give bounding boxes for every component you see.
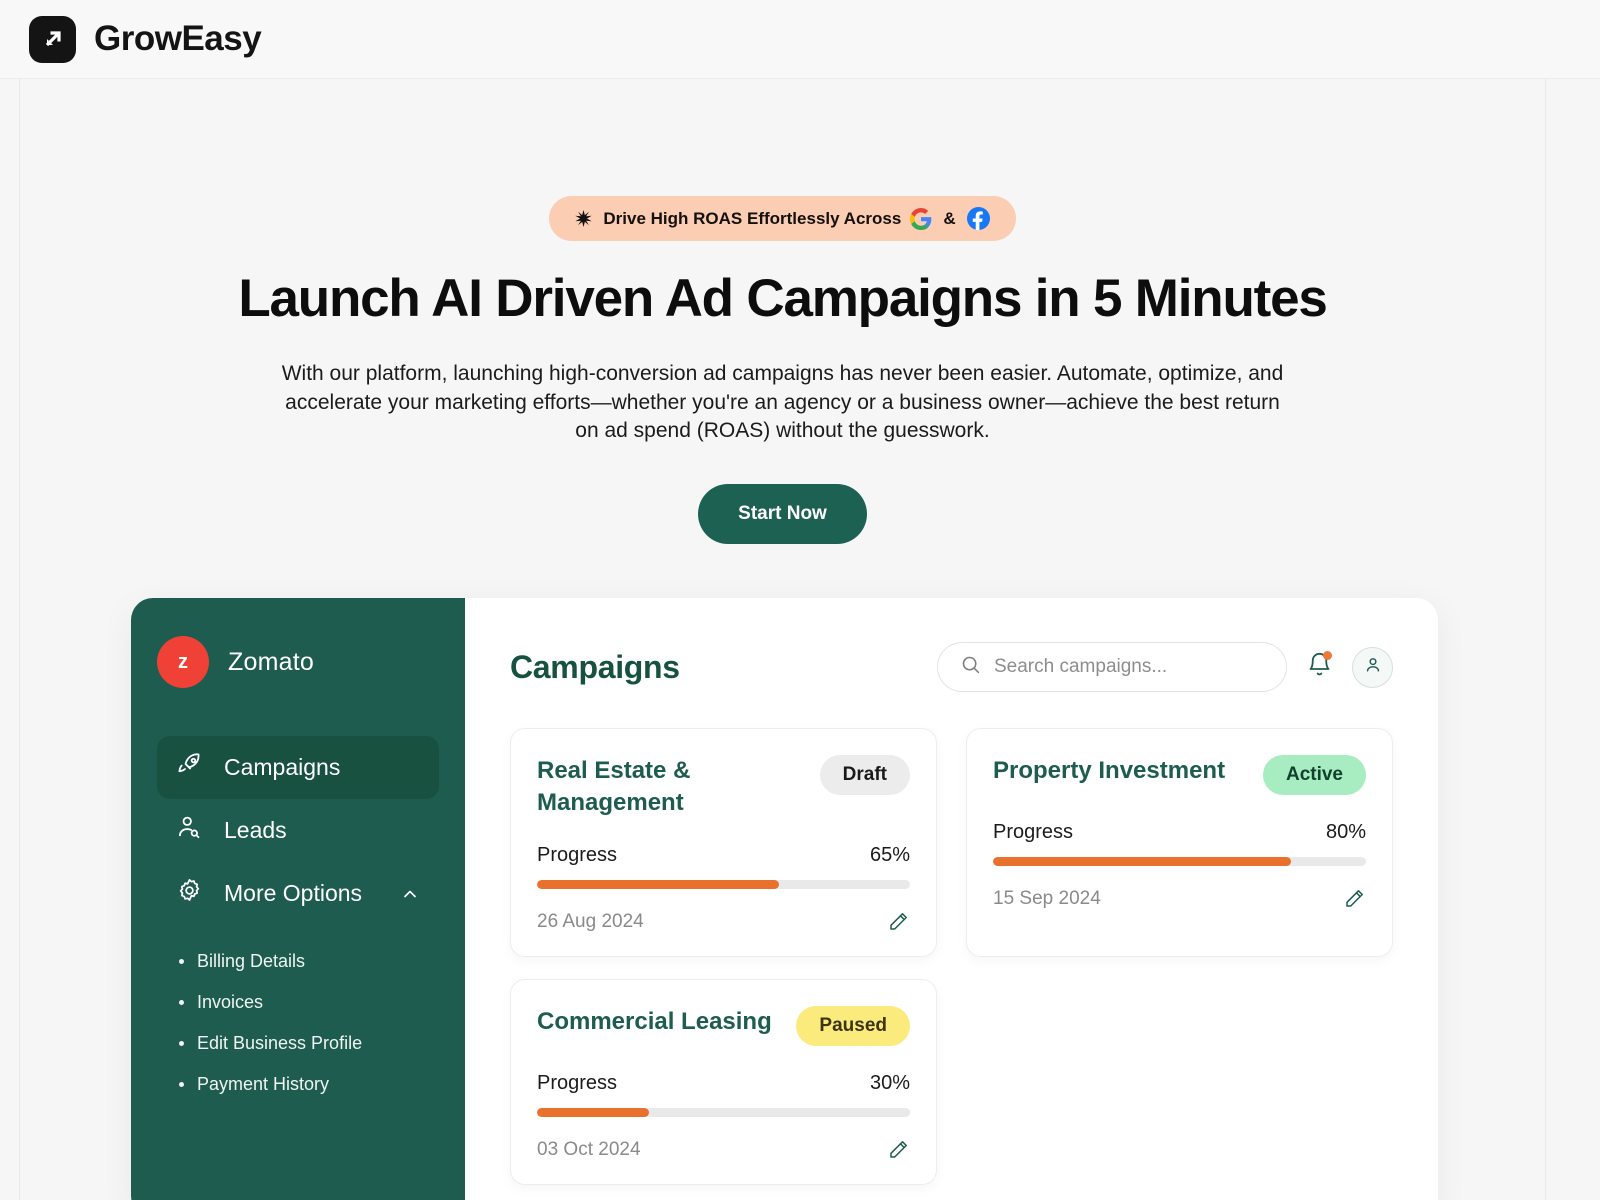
status-badge: Draft xyxy=(819,755,910,795)
sidebar-item-label: Leads xyxy=(224,817,287,843)
campaign-card-footer: 03 Oct 2024 xyxy=(537,1138,910,1162)
campaign-card-header: Property Investment Active xyxy=(993,755,1366,795)
campaign-date: 26 Aug 2024 xyxy=(537,911,644,933)
sidebar-item-leads[interactable]: Leads xyxy=(157,799,439,862)
dashboard-header-actions xyxy=(937,642,1393,692)
status-badge: Paused xyxy=(796,1006,910,1047)
campaign-date: 15 Sep 2024 xyxy=(993,888,1101,909)
start-now-button[interactable]: Start Now xyxy=(698,484,867,545)
facebook-logo-icon xyxy=(966,207,990,230)
hero-subtitle: With our platform, launching high-conver… xyxy=(281,362,1284,442)
bullet-icon xyxy=(179,1000,184,1005)
sidebar-item-payment-history[interactable]: Payment History xyxy=(179,1064,439,1105)
campaign-card-footer: 15 Sep 2024 xyxy=(993,887,1366,911)
status-badge: Active xyxy=(1262,755,1366,795)
edit-campaign-button[interactable] xyxy=(886,910,910,934)
search-icon xyxy=(960,654,981,680)
bullet-icon xyxy=(179,1041,184,1046)
sidebar-item-campaigns[interactable]: Campaigns xyxy=(157,736,439,799)
campaign-title: Commercial Leasing xyxy=(537,1008,772,1036)
org-name: Zomato xyxy=(228,647,314,676)
google-logo-icon xyxy=(910,207,932,230)
campaign-card-list: Real Estate & Management Draft Progress … xyxy=(510,728,1393,1186)
progress-row: Progress 80% xyxy=(993,821,1366,844)
arrow-up-right-logo-icon xyxy=(29,15,76,63)
sidebar-subitem-label: Payment History xyxy=(197,1074,330,1094)
more-options-submenu: Billing Details Invoices Edit Business P… xyxy=(179,941,439,1105)
org-switcher[interactable]: z Zomato xyxy=(157,636,439,688)
sidebar-subitem-label: Invoices xyxy=(197,992,264,1012)
page-title: Launch AI Driven Ad Campaigns in 5 Minut… xyxy=(238,269,1327,328)
dashboard-preview: z Zomato Campaigns Leads More Options Bi… xyxy=(131,598,1438,1200)
campaign-card[interactable]: Real Estate & Management Draft Progress … xyxy=(510,728,937,958)
sparkle-icon xyxy=(575,210,593,227)
notifications-button[interactable] xyxy=(1306,651,1333,683)
site-header: GrowEasy xyxy=(0,0,1600,79)
brand-name: GrowEasy xyxy=(94,19,262,58)
progress-value: 80% xyxy=(1325,821,1366,843)
edit-campaign-button[interactable] xyxy=(886,1138,910,1162)
campaign-card-footer: 26 Aug 2024 xyxy=(537,910,910,934)
account-button[interactable] xyxy=(1352,646,1393,688)
sidebar-subitem-label: Edit Business Profile xyxy=(197,1033,363,1053)
campaign-card[interactable]: Property Investment Active Progress 80% … xyxy=(966,728,1393,958)
campaign-card[interactable]: Commercial Leasing Paused Progress 30% 0… xyxy=(510,979,937,1186)
sidebar-subitem-label: Billing Details xyxy=(197,951,306,971)
search-input[interactable] xyxy=(994,656,1264,678)
landing-page: GrowEasy Drive High ROAS Effortlessly Ac… xyxy=(0,0,1600,1200)
user-avatar-icon xyxy=(1363,655,1383,680)
chevron-up-icon xyxy=(400,884,420,904)
progress-row: Progress 65% xyxy=(537,844,910,867)
campaign-date: 03 Oct 2024 xyxy=(537,1139,641,1161)
sidebar-item-invoices[interactable]: Invoices xyxy=(179,982,439,1023)
bullet-icon xyxy=(179,959,184,964)
dashboard-header: Campaigns xyxy=(510,642,1393,692)
edit-campaign-button[interactable] xyxy=(1342,887,1366,911)
rocket-icon xyxy=(176,751,203,784)
progress-bar xyxy=(537,1108,910,1118)
sidebar-item-more-options[interactable]: More Options xyxy=(157,862,439,925)
sidebar-item-billing-details[interactable]: Billing Details xyxy=(179,941,439,982)
sidebar-item-edit-business-profile[interactable]: Edit Business Profile xyxy=(179,1023,439,1064)
campaign-card-header: Real Estate & Management Draft xyxy=(537,755,910,818)
campaign-title: Real Estate & Management xyxy=(537,757,691,816)
sidebar-item-label: More Options xyxy=(224,880,363,906)
campaign-title: Property Investment xyxy=(993,757,1226,784)
hero-section: Drive High ROAS Effortlessly Across & La… xyxy=(20,79,1545,545)
progress-value: 65% xyxy=(869,844,910,867)
progress-label: Progress xyxy=(993,821,1074,843)
dashboard-main: Campaigns Search campaigns... Real Estat… xyxy=(465,598,1438,1200)
progress-value: 30% xyxy=(869,1072,910,1095)
progress-bar-fill xyxy=(537,880,780,890)
hero-badge: Drive High ROAS Effortlessly Across & xyxy=(549,196,1016,241)
gear-icon xyxy=(176,877,203,910)
campaign-card-header: Commercial Leasing Paused xyxy=(537,1006,910,1047)
hero-badge-text: Drive High ROAS Effortlessly Across xyxy=(603,208,902,228)
hero-badge-ampersand: & xyxy=(943,208,956,228)
campaigns-heading: Campaigns xyxy=(510,648,680,685)
search-box[interactable] xyxy=(937,642,1287,692)
sidebar-item-label: Campaigns xyxy=(224,754,341,780)
user-search-icon xyxy=(176,814,203,847)
brand[interactable]: GrowEasy xyxy=(29,15,262,63)
progress-bar-fill xyxy=(537,1108,649,1118)
progress-bar xyxy=(537,880,910,890)
notification-badge-dot xyxy=(1323,651,1332,660)
sidebar: z Zomato Campaigns Leads More Options Bi… xyxy=(131,598,465,1200)
org-avatar: z xyxy=(157,636,209,688)
bullet-icon xyxy=(179,1082,184,1087)
progress-row: Progress 30% xyxy=(537,1072,910,1095)
content-rail-right xyxy=(1545,79,1546,1200)
progress-label: Progress xyxy=(537,844,618,867)
progress-label: Progress xyxy=(537,1072,618,1095)
progress-bar-fill xyxy=(993,857,1292,866)
progress-bar xyxy=(993,857,1366,866)
